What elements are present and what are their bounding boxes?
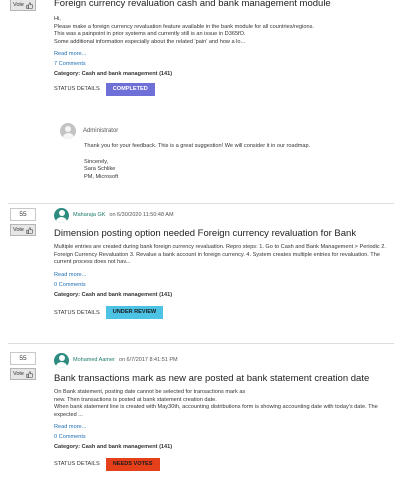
description-line: current process does not hav... bbox=[54, 259, 131, 266]
read-more-link[interactable]: Read more... bbox=[54, 51, 394, 57]
idea-title[interactable]: Bank transactions mark as new are posted… bbox=[54, 373, 394, 384]
vote-label: Vote bbox=[12, 371, 24, 377]
category-label: Category: Cash and bank management (141) bbox=[54, 70, 173, 77]
post-date: on 6/7/2017 8:41:51 PM bbox=[118, 357, 178, 363]
idea-item-3: Mohamed Aamer on 6/7/2017 8:41:51 PM Ban… bbox=[54, 352, 394, 471]
vote-column-1: Vote bbox=[10, 0, 36, 11]
comments-link[interactable]: 7 Comments bbox=[54, 61, 394, 67]
description-line: Some additional information especially a… bbox=[54, 39, 246, 46]
vote-column-2: 55 Vote bbox=[10, 208, 36, 236]
comments-link[interactable]: 0 Comments bbox=[54, 434, 394, 440]
vote-button[interactable]: Vote bbox=[10, 368, 36, 380]
user-avatar-icon bbox=[54, 352, 69, 368]
admin-avatar bbox=[60, 123, 76, 139]
status-badge: UNDER REVIEW bbox=[105, 306, 164, 320]
vote-count: 55 bbox=[10, 208, 36, 221]
status-row: STATUS DETAILS COMPLETED bbox=[54, 82, 394, 96]
user-avatar-icon bbox=[54, 207, 69, 223]
description-line: expected ... bbox=[54, 412, 83, 419]
status-badge: NEEDS VOTES bbox=[105, 457, 160, 471]
admin-line: Thank you for your feedback. This is a g… bbox=[84, 143, 311, 149]
author-line: Maharaja GK on 6/30/2020 11:50:48 AM bbox=[54, 207, 394, 223]
description-line: This was a painpoint in prior systems an… bbox=[54, 31, 246, 38]
category-label: Category: Cash and bank management (141) bbox=[54, 443, 173, 450]
read-more-link[interactable]: Read more... bbox=[54, 272, 394, 278]
author-name[interactable]: Maharaja GK bbox=[73, 212, 105, 218]
divider bbox=[8, 203, 394, 204]
admin-line: Sara Schlike bbox=[84, 166, 116, 173]
idea-description: Hi, Please make a foreign currency reval… bbox=[54, 16, 394, 47]
admin-line: PM, Microsoft bbox=[84, 173, 119, 180]
admin-header: Administrator bbox=[60, 123, 360, 139]
description-line: Hi, bbox=[54, 16, 61, 22]
idea-description: Multiple entries are created during bank… bbox=[54, 244, 394, 267]
description-line: When bank statement line is created with… bbox=[54, 404, 378, 411]
admin-line: Sincerely, bbox=[84, 158, 109, 165]
status-row: STATUS DETAILS UNDER REVIEW bbox=[54, 306, 394, 320]
comments-link[interactable]: 0 Comments bbox=[54, 282, 394, 288]
idea-description: On Bank statement, posting date cannot b… bbox=[54, 389, 394, 420]
divider bbox=[8, 343, 394, 344]
admin-message: Thank you for your feedback. This is a g… bbox=[84, 143, 360, 181]
vote-button[interactable]: Vote bbox=[10, 0, 36, 11]
description-line: new. Then transactions is posted at bank… bbox=[54, 396, 217, 403]
description-line: Multiple entries are created during bank… bbox=[54, 244, 386, 250]
description-line: Foreign Currency Revaluation 3. Revalue … bbox=[54, 251, 380, 258]
vote-label: Vote bbox=[12, 227, 24, 233]
read-more-link[interactable]: Read more... bbox=[54, 424, 394, 430]
idea-item-1: Foreign currency revaluation cash and ba… bbox=[54, 0, 394, 96]
category-label: Category: Cash and bank management (141) bbox=[54, 292, 173, 299]
author-name[interactable]: Mohamed Aamer bbox=[73, 357, 115, 363]
author-line: Mohamed Aamer on 6/7/2017 8:41:51 PM bbox=[54, 352, 394, 368]
idea-title[interactable]: Dimension posting option needed Foreign … bbox=[54, 228, 394, 239]
description-line: Please make a foreign currency revaluati… bbox=[54, 23, 314, 30]
thumbs-up-icon bbox=[26, 1, 33, 9]
thumbs-up-icon bbox=[26, 226, 33, 234]
description-line: On Bank statement, posting date cannot b… bbox=[54, 389, 246, 395]
vote-column-3: 55 Vote bbox=[10, 352, 36, 380]
vote-button[interactable]: Vote bbox=[10, 224, 36, 236]
vote-count: 55 bbox=[10, 352, 36, 365]
idea-title[interactable]: Foreign currency revaluation cash and ba… bbox=[54, 0, 394, 9]
status-row: STATUS DETAILS NEEDS VOTES bbox=[54, 457, 394, 471]
vote-label: Vote bbox=[12, 2, 24, 8]
status-badge: COMPLETED bbox=[105, 82, 155, 96]
status-details-label: STATUS DETAILS bbox=[54, 309, 100, 316]
status-details-label: STATUS DETAILS bbox=[54, 461, 100, 468]
thumbs-up-icon bbox=[26, 370, 33, 378]
idea-item-2: Maharaja GK on 6/30/2020 11:50:48 AM Dim… bbox=[54, 207, 394, 320]
post-date: on 6/30/2020 11:50:48 AM bbox=[109, 212, 174, 218]
status-details-label: STATUS DETAILS bbox=[54, 86, 100, 93]
admin-response: Administrator Thank you for your feedbac… bbox=[60, 123, 360, 181]
admin-name: Administrator bbox=[82, 128, 119, 134]
